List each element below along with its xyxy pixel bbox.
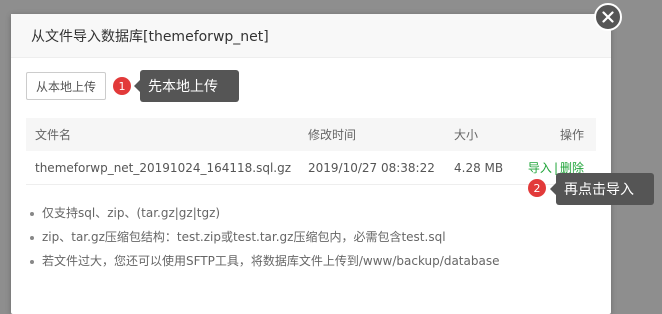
file-mtime: 2019/10/27 08:38:22 xyxy=(308,160,435,175)
table-header: 文件名 修改时间 大小 操作 xyxy=(26,118,596,151)
file-name: themeforwp_net_20191024_164118.sql.gz xyxy=(35,160,292,175)
tooltip-step-1: 先本地上传 xyxy=(134,70,239,102)
dialog-header: 从文件导入数据库[themeforwp_net] xyxy=(11,14,611,58)
file-size: 4.28 MB xyxy=(454,160,504,175)
upload-local-button[interactable]: 从本地上传 xyxy=(26,72,106,100)
note-item: 仅支持sql、zip、(tar.gz|gz|tgz) xyxy=(29,206,599,230)
col-mtime: 修改时间 xyxy=(308,128,357,142)
step-badge-2: 2 xyxy=(528,179,546,197)
import-link[interactable]: 导入 xyxy=(528,161,552,175)
close-icon xyxy=(602,11,614,23)
table-row: themeforwp_net_20191024_164118.sql.gz 20… xyxy=(26,151,596,185)
step-badge-1: 1 xyxy=(113,77,131,95)
col-filename: 文件名 xyxy=(35,128,72,142)
notes-list: 仅支持sql、zip、(tar.gz|gz|tgz) zip、tar.gz压缩包… xyxy=(29,206,599,278)
note-item: zip、tar.gz压缩包结构：test.zip或test.tar.gz压缩包内… xyxy=(29,230,599,254)
col-actions: 操作 xyxy=(559,128,584,142)
col-size: 大小 xyxy=(454,128,479,142)
import-db-dialog: 从文件导入数据库[themeforwp_net] 从本地上传 文件名 修改时间 … xyxy=(11,14,611,314)
note-item: 若文件过大，您还可以使用SFTP工具，将数据库文件上传到/www/backup/… xyxy=(29,254,599,278)
tooltip-step-2: 再点击导入 xyxy=(550,173,654,205)
file-table: 文件名 修改时间 大小 操作 themeforwp_net_20191024_1… xyxy=(26,118,596,185)
dialog-title: 从文件导入数据库[themeforwp_net] xyxy=(31,28,269,45)
close-button[interactable] xyxy=(594,3,622,31)
